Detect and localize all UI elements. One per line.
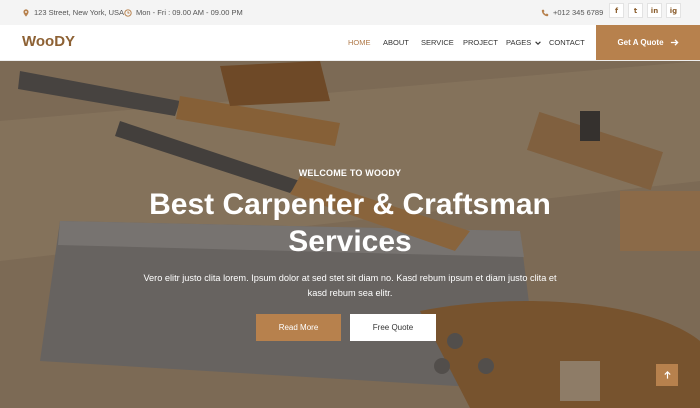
top-bar: 123 Street, New York, USA Mon - Fri : 09… bbox=[0, 0, 700, 25]
location-icon bbox=[23, 8, 29, 17]
nav-service[interactable]: SERVICE bbox=[421, 38, 454, 47]
hero-headline: Best Carpenter & Craftsman Services bbox=[149, 188, 551, 258]
phone-info[interactable]: +012 345 6789 bbox=[541, 8, 603, 17]
nav-pages[interactable]: PAGES bbox=[506, 38, 542, 47]
nav-project[interactable]: PROJECT bbox=[463, 38, 498, 47]
get-quote-button[interactable]: Get A Quote bbox=[596, 25, 700, 60]
address-info: 123 Street, New York, USA bbox=[22, 8, 124, 17]
hours-text: Mon - Fri : 09.00 AM - 09.00 PM bbox=[136, 8, 243, 17]
nav-pages-label: PAGES bbox=[506, 38, 532, 47]
phone-icon bbox=[541, 9, 549, 16]
hero-welcome: WELCOME TO WOODY bbox=[298, 168, 402, 178]
instagram-icon[interactable]: ig bbox=[666, 3, 681, 18]
get-quote-label: Get A Quote bbox=[617, 38, 664, 47]
nav-home[interactable]: HOME bbox=[348, 38, 371, 47]
arrow-up-icon bbox=[663, 371, 671, 379]
phone-text: +012 345 6789 bbox=[553, 8, 604, 17]
arrow-right-icon bbox=[670, 39, 679, 46]
nav-contact[interactable]: CONTACT bbox=[549, 38, 585, 47]
hero-subtext: Vero elitr justo clita lorem. Ipsum dolo… bbox=[143, 273, 557, 298]
brand-logo[interactable]: WooDY bbox=[22, 33, 75, 50]
read-more-button[interactable]: Read More bbox=[256, 314, 341, 341]
address-text: 123 Street, New York, USA bbox=[34, 8, 125, 17]
hero-carousel: WELCOME TO WOODY Best Carpenter & Crafts… bbox=[0, 61, 700, 408]
social-links: f t in ig bbox=[609, 3, 681, 18]
free-quote-button[interactable]: Free Quote bbox=[350, 314, 436, 341]
twitter-icon[interactable]: t bbox=[628, 3, 643, 18]
back-to-top-button[interactable] bbox=[656, 364, 678, 386]
clock-icon bbox=[124, 8, 132, 17]
chevron-down-icon bbox=[535, 40, 542, 45]
navbar: WooDY HOME ABOUT SERVICE PROJECT PAGES C… bbox=[0, 25, 700, 61]
facebook-icon[interactable]: f bbox=[609, 3, 624, 18]
linkedin-icon[interactable]: in bbox=[647, 3, 662, 18]
hours-info: Mon - Fri : 09.00 AM - 09.00 PM bbox=[124, 8, 243, 17]
nav-about[interactable]: ABOUT bbox=[383, 38, 409, 47]
